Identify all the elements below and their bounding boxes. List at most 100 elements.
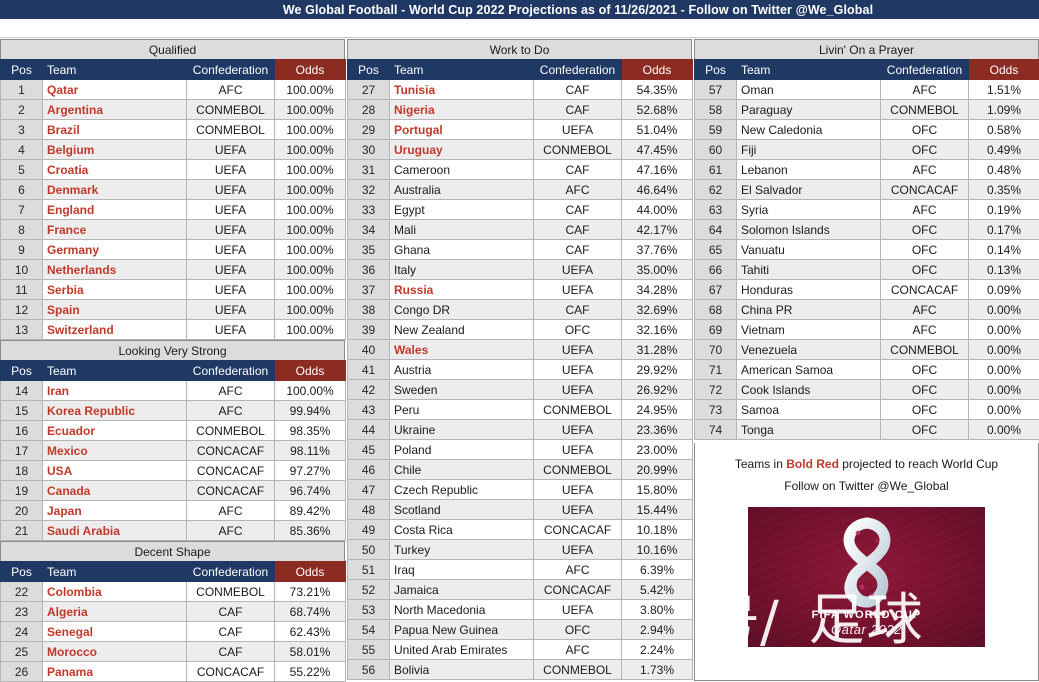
table-row[interactable]: 37RussiaUEFA34.28%	[348, 280, 693, 300]
table-row[interactable]: 1QatarAFC100.00%	[1, 80, 346, 100]
table-row[interactable]: 17MexicoCONCACAF98.11%	[1, 441, 346, 461]
table-row[interactable]: 47Czech RepublicUEFA15.80%	[348, 480, 693, 500]
table-row[interactable]: 23AlgeriaCAF68.74%	[1, 602, 346, 622]
cell-pos: 67	[695, 280, 737, 300]
table-row[interactable]: 11SerbiaUEFA100.00%	[1, 280, 346, 300]
table-row[interactable]: 61LebanonAFC0.48%	[695, 160, 1039, 180]
table-row[interactable]: 15Korea RepublicAFC99.94%	[1, 401, 346, 421]
table-row[interactable]: 65VanuatuOFC0.14%	[695, 240, 1039, 260]
table-row[interactable]: 69VietnamAFC0.00%	[695, 320, 1039, 340]
cell-team: Portugal	[390, 120, 534, 140]
table-row[interactable]: 51IraqAFC6.39%	[348, 560, 693, 580]
cell-team: Samoa	[737, 400, 881, 420]
table-row[interactable]: 36ItalyUEFA35.00%	[348, 260, 693, 280]
table-row[interactable]: 14IranAFC100.00%	[1, 381, 346, 401]
column-header-confederation[interactable]: Confederation	[187, 361, 275, 381]
column-header-pos[interactable]: Pos	[1, 562, 43, 582]
table-row[interactable]: 44UkraineUEFA23.36%	[348, 420, 693, 440]
column-header-confederation[interactable]: Confederation	[187, 562, 275, 582]
column-header-confederation[interactable]: Confederation	[534, 60, 622, 80]
column-header-confederation[interactable]: Confederation	[881, 60, 969, 80]
cell-pos: 43	[348, 400, 390, 420]
table-row[interactable]: 10NetherlandsUEFA100.00%	[1, 260, 346, 280]
table-row[interactable]: 67HondurasCONCACAF0.09%	[695, 280, 1039, 300]
table-row[interactable]: 32AustraliaAFC46.64%	[348, 180, 693, 200]
table-row[interactable]: 60FijiOFC0.49%	[695, 140, 1039, 160]
column-header-confederation[interactable]: Confederation	[187, 60, 275, 80]
table-row[interactable]: 35GhanaCAF37.76%	[348, 240, 693, 260]
table-row[interactable]: 66TahitiOFC0.13%	[695, 260, 1039, 280]
table-row[interactable]: 71American SamoaOFC0.00%	[695, 360, 1039, 380]
table-row[interactable]: 16EcuadorCONMEBOL98.35%	[1, 421, 346, 441]
table-row[interactable]: 59New CaledoniaOFC0.58%	[695, 120, 1039, 140]
cell-confederation: UEFA	[187, 260, 275, 280]
table-row[interactable]: 19CanadaCONCACAF96.74%	[1, 481, 346, 501]
cell-confederation: UEFA	[534, 340, 622, 360]
table-row[interactable]: 40WalesUEFA31.28%	[348, 340, 693, 360]
column-header-team[interactable]: Team	[390, 60, 534, 80]
table-row[interactable]: 22ColombiaCONMEBOL73.21%	[1, 582, 346, 602]
table-row[interactable]: 62El SalvadorCONCACAF0.35%	[695, 180, 1039, 200]
table-row[interactable]: 56BoliviaCONMEBOL1.73%	[348, 660, 693, 680]
table-row[interactable]: 41AustriaUEFA29.92%	[348, 360, 693, 380]
table-row[interactable]: 39New ZealandOFC32.16%	[348, 320, 693, 340]
table-row[interactable]: 54Papua New GuineaOFC2.94%	[348, 620, 693, 640]
table-row[interactable]: 72Cook IslandsOFC0.00%	[695, 380, 1039, 400]
table-row[interactable]: 38Congo DRCAF32.69%	[348, 300, 693, 320]
table-row[interactable]: 28NigeriaCAF52.68%	[348, 100, 693, 120]
column-header-team[interactable]: Team	[43, 60, 187, 80]
table-row[interactable]: 13SwitzerlandUEFA100.00%	[1, 320, 346, 340]
table-row[interactable]: 53North MacedoniaUEFA3.80%	[348, 600, 693, 620]
table-row[interactable]: 24SenegalCAF62.43%	[1, 622, 346, 642]
column-header-team[interactable]: Team	[737, 60, 881, 80]
table-row[interactable]: 46ChileCONMEBOL20.99%	[348, 460, 693, 480]
table-row[interactable]: 12SpainUEFA100.00%	[1, 300, 346, 320]
table-row[interactable]: 31CameroonCAF47.16%	[348, 160, 693, 180]
column-header-pos[interactable]: Pos	[348, 60, 390, 80]
table-row[interactable]: 52JamaicaCONCACAF5.42%	[348, 580, 693, 600]
table-row[interactable]: 50TurkeyUEFA10.16%	[348, 540, 693, 560]
table-row[interactable]: 26PanamaCONCACAF55.22%	[1, 662, 346, 682]
table-row[interactable]: 45PolandUEFA23.00%	[348, 440, 693, 460]
table-row[interactable]: 42SwedenUEFA26.92%	[348, 380, 693, 400]
table-row[interactable]: 68China PRAFC0.00%	[695, 300, 1039, 320]
column-header-odds[interactable]: Odds	[275, 60, 346, 80]
table-row[interactable]: 49Costa RicaCONCACAF10.18%	[348, 520, 693, 540]
table-row[interactable]: 18USACONCACAF97.27%	[1, 461, 346, 481]
table-row[interactable]: 27TunisiaCAF54.35%	[348, 80, 693, 100]
table-row[interactable]: 70VenezuelaCONMEBOL0.00%	[695, 340, 1039, 360]
table-row[interactable]: 43PeruCONMEBOL24.95%	[348, 400, 693, 420]
column-header-odds[interactable]: Odds	[622, 60, 693, 80]
table-row[interactable]: 6DenmarkUEFA100.00%	[1, 180, 346, 200]
table-row[interactable]: 29PortugalUEFA51.04%	[348, 120, 693, 140]
column-header-team[interactable]: Team	[43, 562, 187, 582]
table-row[interactable]: 8FranceUEFA100.00%	[1, 220, 346, 240]
table-row[interactable]: 20JapanAFC89.42%	[1, 501, 346, 521]
table-row[interactable]: 73SamoaOFC0.00%	[695, 400, 1039, 420]
table-row[interactable]: 4BelgiumUEFA100.00%	[1, 140, 346, 160]
column-header-odds[interactable]: Odds	[275, 562, 346, 582]
table-row[interactable]: 25MoroccoCAF58.01%	[1, 642, 346, 662]
table-row[interactable]: 34MaliCAF42.17%	[348, 220, 693, 240]
table-row[interactable]: 57OmanAFC1.51%	[695, 80, 1039, 100]
table-row[interactable]: 7EnglandUEFA100.00%	[1, 200, 346, 220]
column-header-pos[interactable]: Pos	[695, 60, 737, 80]
table-row[interactable]: 74TongaOFC0.00%	[695, 420, 1039, 440]
table-row[interactable]: 48ScotlandUEFA15.44%	[348, 500, 693, 520]
table-row[interactable]: 2ArgentinaCONMEBOL100.00%	[1, 100, 346, 120]
table-row[interactable]: 33EgyptCAF44.00%	[348, 200, 693, 220]
table-row[interactable]: 9GermanyUEFA100.00%	[1, 240, 346, 260]
table-row[interactable]: 55United Arab EmiratesAFC2.24%	[348, 640, 693, 660]
column-header-odds[interactable]: Odds	[275, 361, 346, 381]
table-row[interactable]: 58ParaguayCONMEBOL1.09%	[695, 100, 1039, 120]
table-row[interactable]: 3BrazilCONMEBOL100.00%	[1, 120, 346, 140]
table-row[interactable]: 63SyriaAFC0.19%	[695, 200, 1039, 220]
column-header-odds[interactable]: Odds	[969, 60, 1039, 80]
column-header-pos[interactable]: Pos	[1, 60, 43, 80]
table-row[interactable]: 30UruguayCONMEBOL47.45%	[348, 140, 693, 160]
column-header-pos[interactable]: Pos	[1, 361, 43, 381]
table-row[interactable]: 21Saudi ArabiaAFC85.36%	[1, 521, 346, 541]
table-row[interactable]: 64Solomon IslandsOFC0.17%	[695, 220, 1039, 240]
column-header-team[interactable]: Team	[43, 361, 187, 381]
table-row[interactable]: 5CroatiaUEFA100.00%	[1, 160, 346, 180]
